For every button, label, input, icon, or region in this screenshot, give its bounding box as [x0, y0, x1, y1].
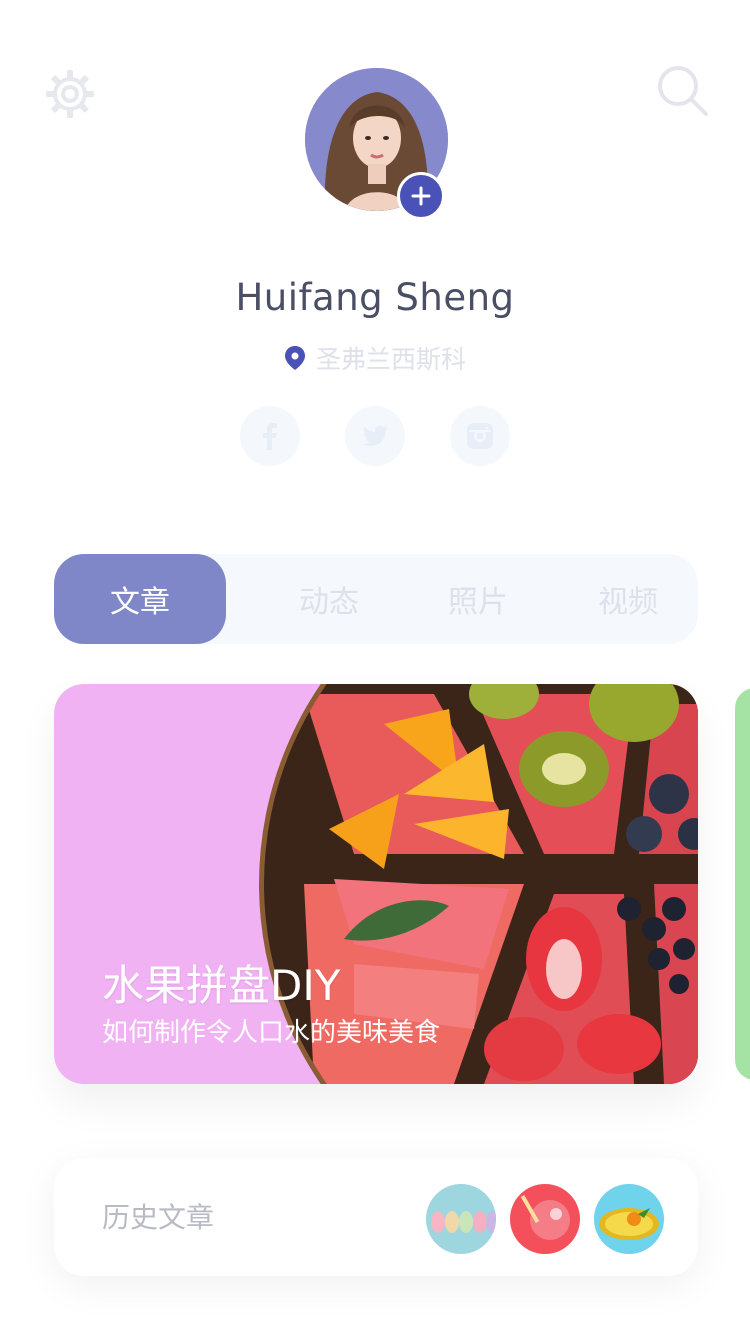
facebook-icon — [263, 423, 277, 450]
profile-location: 圣弗兰西斯科 — [0, 340, 750, 376]
location-pin-icon — [284, 346, 305, 370]
profile-name: Huifang Sheng — [235, 276, 515, 319]
settings-gear-icon[interactable] — [42, 66, 98, 122]
history-label: 历史文章 — [102, 1201, 215, 1234]
history-thumb[interactable] — [594, 1184, 664, 1254]
featured-article-card[interactable]: 水果拼盘DIY 如何制作令人口水的美味美食 — [54, 684, 698, 1084]
facebook-button[interactable] — [240, 406, 300, 466]
card-title: 水果拼盘DIY — [102, 961, 341, 1010]
add-follow-button[interactable] — [397, 172, 445, 220]
history-thumb[interactable] — [510, 1184, 580, 1254]
twitter-button[interactable] — [345, 406, 405, 466]
tab-articles[interactable]: 文章 — [54, 554, 226, 644]
twitter-icon — [362, 425, 388, 447]
next-article-card-peek[interactable] — [735, 688, 750, 1080]
history-thumb[interactable] — [426, 1184, 496, 1254]
history-articles-card[interactable]: 历史文章 — [54, 1158, 698, 1276]
tab-photos[interactable]: 照片 — [428, 554, 528, 644]
profile-avatar-container — [305, 68, 448, 220]
content-tab-bar: 文章 动态 照片 视频 — [54, 554, 698, 644]
tab-activity[interactable]: 动态 — [279, 554, 379, 644]
location-label: 圣弗兰西斯科 — [315, 345, 466, 374]
instagram-button[interactable] — [450, 406, 510, 466]
plus-icon — [411, 186, 431, 206]
instagram-icon — [467, 423, 493, 449]
search-icon[interactable] — [656, 64, 710, 118]
tab-videos[interactable]: 视频 — [578, 554, 678, 644]
card-subtitle: 如何制作令人口水的美味美食 — [102, 1018, 441, 1048]
